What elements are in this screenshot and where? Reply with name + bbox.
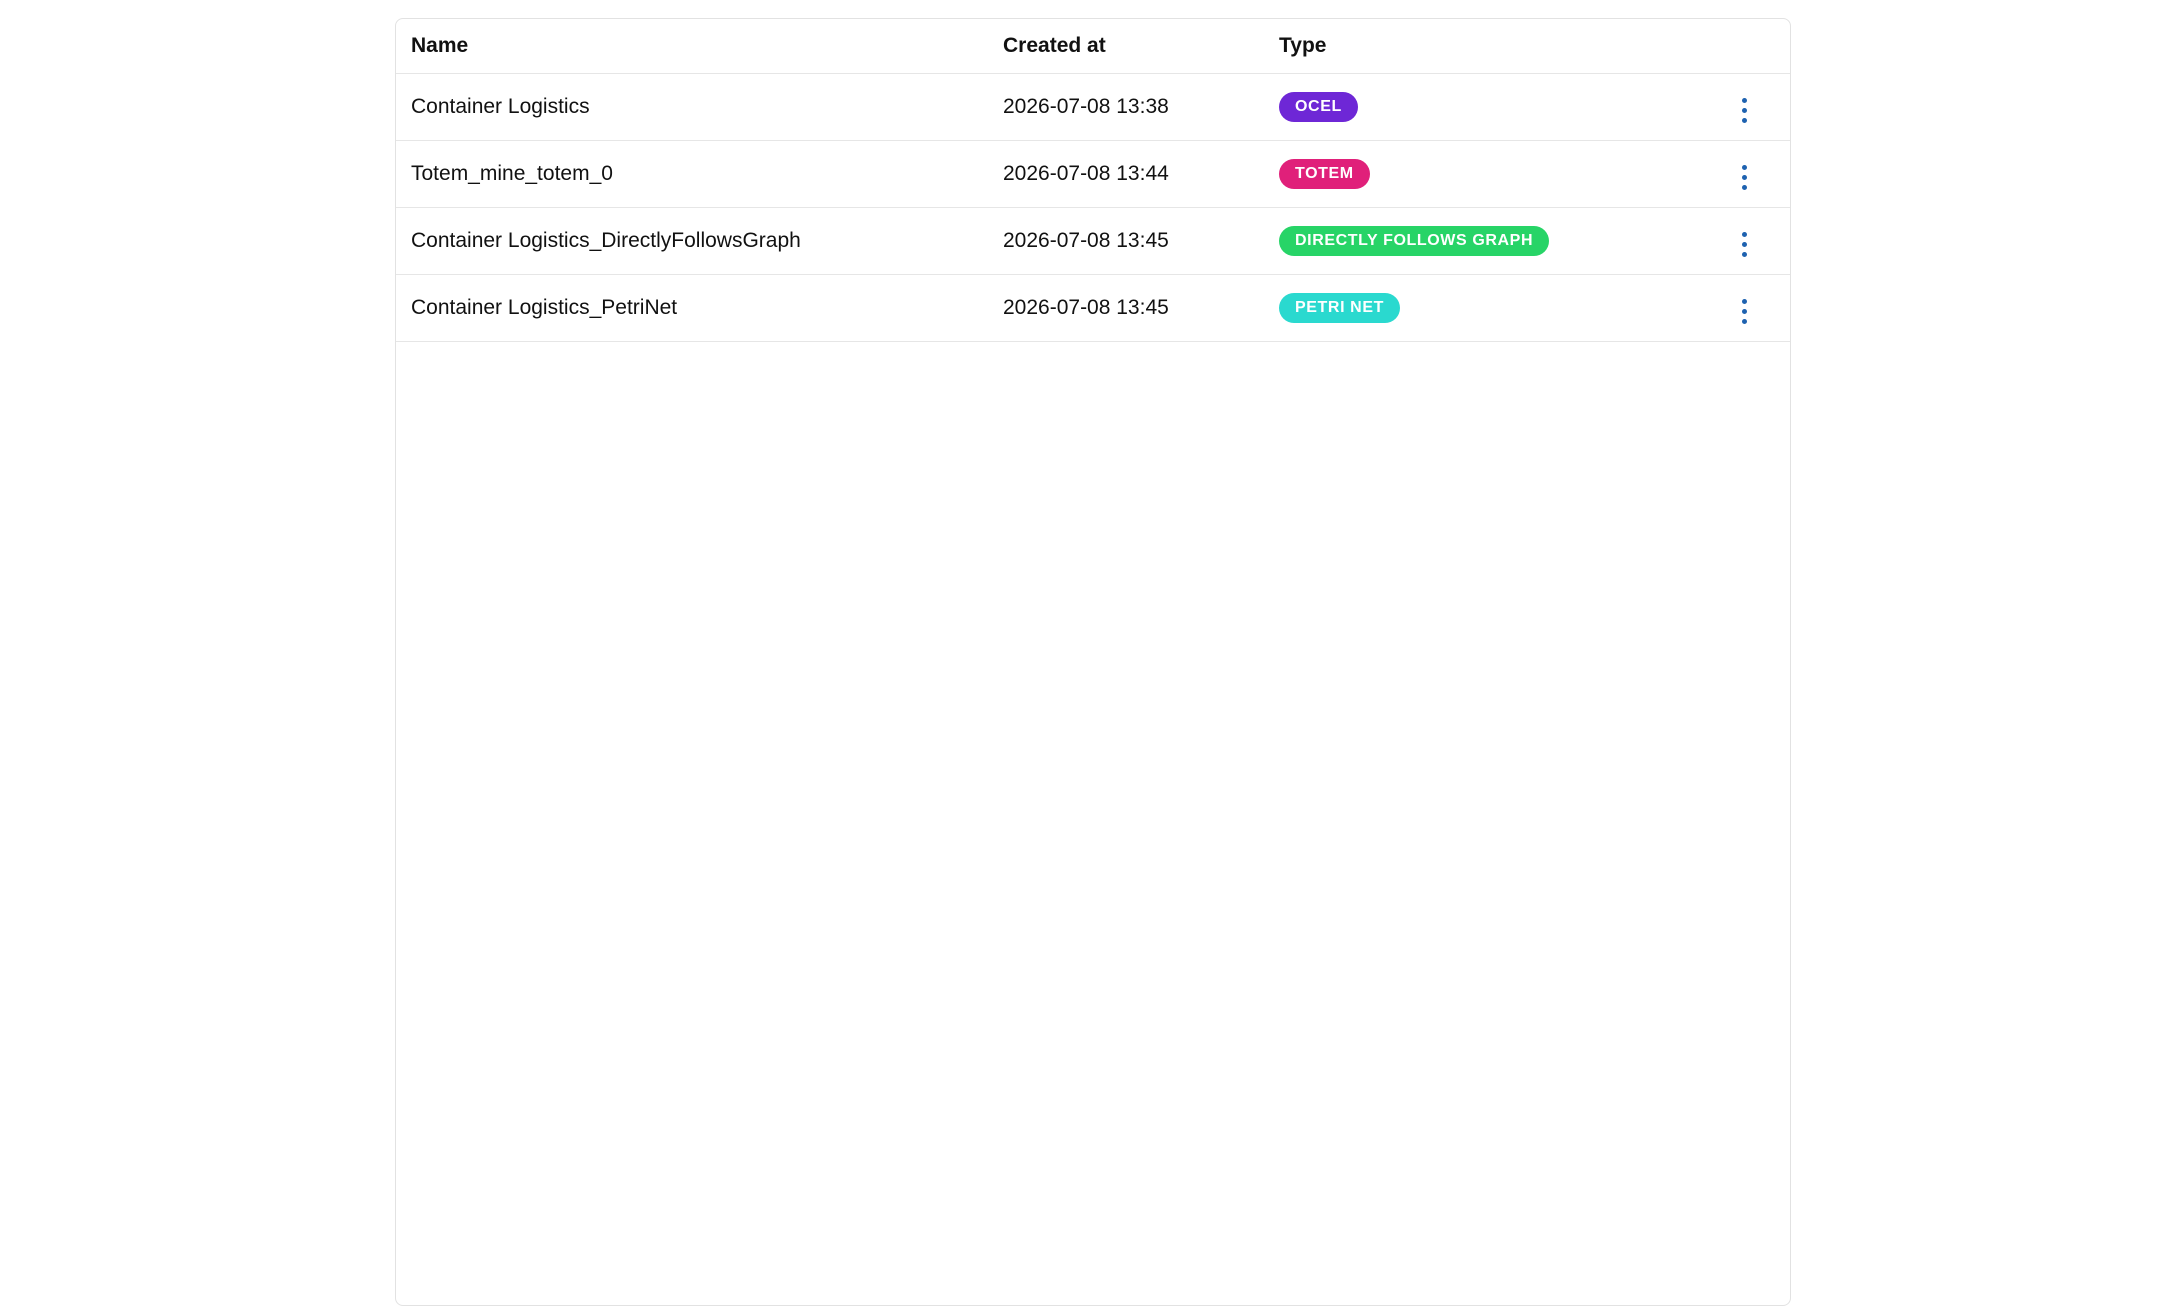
- column-header-type[interactable]: Type: [1264, 19, 1690, 74]
- row-actions-cell: [1690, 274, 1790, 342]
- table-row[interactable]: Container Logistics_PetriNet 2026-07-08 …: [396, 274, 1790, 342]
- kebab-menu-icon[interactable]: [1732, 160, 1756, 196]
- row-type-cell: TOTEM: [1264, 140, 1690, 208]
- type-badge: OCEL: [1279, 92, 1358, 122]
- row-name: Container Logistics_DirectlyFollowsGraph: [396, 207, 988, 275]
- row-created-at: 2026-07-08 13:44: [988, 140, 1264, 208]
- kebab-menu-icon[interactable]: [1732, 294, 1756, 330]
- type-badge: DIRECTLY FOLLOWS GRAPH: [1279, 226, 1550, 256]
- row-name: Container Logistics: [396, 73, 988, 141]
- row-name: Container Logistics_PetriNet: [396, 274, 988, 342]
- type-badge: TOTEM: [1279, 159, 1370, 189]
- row-actions-cell: [1690, 207, 1790, 275]
- objects-table: Name Created at Type Container Logistics…: [396, 19, 1790, 342]
- column-header-actions: [1690, 19, 1790, 74]
- row-type-cell: OCEL: [1264, 73, 1690, 141]
- table-row[interactable]: Totem_mine_totem_0 2026-07-08 13:44 TOTE…: [396, 140, 1790, 208]
- row-name: Totem_mine_totem_0: [396, 140, 988, 208]
- kebab-menu-icon[interactable]: [1732, 227, 1756, 263]
- row-created-at: 2026-07-08 13:45: [988, 207, 1264, 275]
- table-header-row: Name Created at Type: [396, 19, 1790, 74]
- table-row[interactable]: Container Logistics_DirectlyFollowsGraph…: [396, 207, 1790, 275]
- row-actions-cell: [1690, 73, 1790, 141]
- row-type-cell: DIRECTLY FOLLOWS GRAPH: [1264, 207, 1690, 275]
- table-row[interactable]: Container Logistics 2026-07-08 13:38 OCE…: [396, 73, 1790, 141]
- row-created-at: 2026-07-08 13:45: [988, 274, 1264, 342]
- page: Name Created at Type Container Logistics…: [0, 0, 2178, 1315]
- objects-table-panel: Name Created at Type Container Logistics…: [395, 18, 1791, 1306]
- kebab-menu-icon[interactable]: [1732, 93, 1756, 129]
- row-type-cell: PETRI NET: [1264, 274, 1690, 342]
- column-header-name[interactable]: Name: [396, 19, 988, 74]
- row-actions-cell: [1690, 140, 1790, 208]
- column-header-created-at[interactable]: Created at: [988, 19, 1264, 74]
- row-created-at: 2026-07-08 13:38: [988, 73, 1264, 141]
- type-badge: PETRI NET: [1279, 293, 1400, 323]
